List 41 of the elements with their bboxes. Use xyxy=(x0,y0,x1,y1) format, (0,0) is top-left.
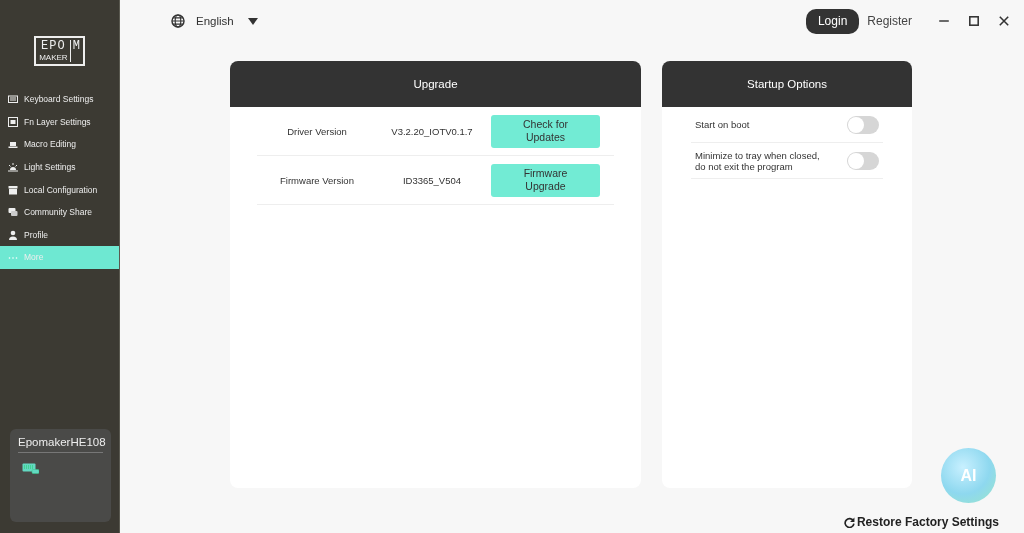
sidebar-item[interactable]: Keyboard Settings xyxy=(0,88,119,111)
chat-icon xyxy=(8,207,18,218)
archive-icon xyxy=(8,184,18,195)
version-value: ID3365_V504 xyxy=(401,174,463,186)
card-header: Upgrade xyxy=(230,61,641,107)
login-button[interactable]: Login xyxy=(805,8,860,34)
device-name: EpomakerHE108 xyxy=(18,436,103,453)
restore-button[interactable]: Restore Factory Settings xyxy=(843,515,999,529)
logo-text: MAKER xyxy=(39,53,68,62)
version-label: Driver Version xyxy=(286,125,348,137)
sidebar-item[interactable]: Local Configuration xyxy=(0,178,119,201)
maximize-icon[interactable] xyxy=(968,15,980,27)
language-dropdown[interactable]: English xyxy=(196,15,258,27)
keyboard-icon xyxy=(22,463,39,474)
option-label: Start on boot xyxy=(695,119,750,130)
person-icon xyxy=(8,229,18,240)
version-label: Firmware Version xyxy=(279,174,355,186)
sidebar-item[interactable]: Profile xyxy=(0,223,119,247)
sidebar-item[interactable]: Light Settings xyxy=(0,155,119,179)
upgrade-button[interactable]: Firmware Upgrade xyxy=(491,163,600,197)
toggle-switch[interactable] xyxy=(847,115,879,134)
keyboard-icon xyxy=(8,94,18,105)
logo-text: EPO xyxy=(41,40,66,53)
card-header: Startup Options xyxy=(662,61,912,107)
version-value: V3.2.20_IOTV0.1.7 xyxy=(390,125,474,137)
logo-text: M xyxy=(69,40,80,62)
globe-icon xyxy=(171,14,185,28)
sidebar-item[interactable]: Community Share xyxy=(0,200,119,224)
sidebar-item[interactable]: Fn Layer Settings xyxy=(0,110,119,134)
close-icon[interactable] xyxy=(998,15,1010,27)
register-link[interactable]: Register xyxy=(867,14,912,28)
device-card[interactable]: EpomakerHE108 xyxy=(10,429,111,522)
refresh-icon xyxy=(843,516,855,528)
toggle-switch[interactable] xyxy=(847,151,879,170)
upgrade-button[interactable]: Check for Updates xyxy=(491,114,600,148)
lamp-icon xyxy=(8,162,18,173)
laptop-icon xyxy=(8,139,18,150)
key-icon xyxy=(8,116,18,127)
sidebar-item[interactable]: Macro Editing xyxy=(0,133,119,156)
caret-icon xyxy=(247,17,258,25)
option-label: Minimize to tray when closed, do not exit the program xyxy=(695,149,821,172)
